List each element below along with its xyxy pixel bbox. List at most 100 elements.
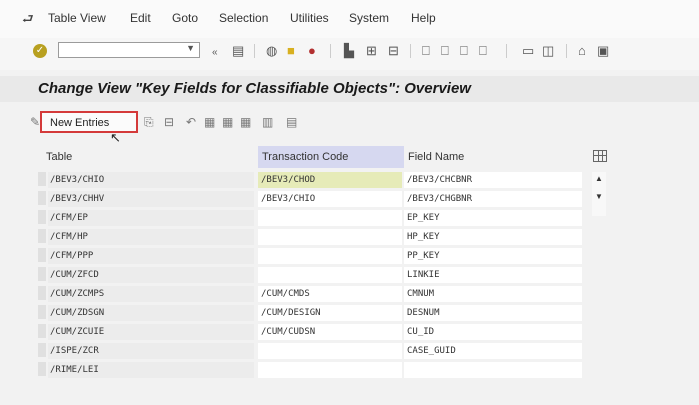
cell-transaction-code[interactable] <box>258 229 402 245</box>
previous-page-icon[interactable]: ⎕ <box>441 43 449 59</box>
scroll-up-icon[interactable]: ▲ <box>595 174 603 183</box>
cell-table: /CFM/EP <box>48 210 254 226</box>
cell-transaction-code[interactable]: /CUM/DESIGN <box>258 305 402 321</box>
chevron-down-icon[interactable]: ▼ <box>186 43 195 53</box>
undo-icon[interactable]: ↶ <box>186 115 196 129</box>
system-menu-icon[interactable]: ⮐ <box>22 10 34 32</box>
cell-field-name[interactable]: HP_KEY <box>404 229 582 245</box>
separator <box>410 44 411 58</box>
separator <box>506 44 507 58</box>
cell-transaction-code[interactable]: /BEV3/CHOD <box>258 172 402 188</box>
deselect-all-icon[interactable]: ▦ <box>240 115 251 129</box>
new-session-icon[interactable]: ▭ <box>522 43 534 59</box>
cell-table: /CFM/PPP <box>48 248 254 264</box>
row-selector[interactable] <box>38 267 46 281</box>
variant-icon[interactable]: ▤ <box>286 115 297 129</box>
history-icon[interactable]: « <box>212 45 218 61</box>
vertical-scrollbar[interactable]: ▲ ▼ <box>592 172 606 216</box>
exit-icon[interactable]: ■ <box>287 43 295 59</box>
shortcut-icon[interactable]: ◫ <box>542 43 554 59</box>
select-block-icon[interactable]: ▦ <box>222 115 233 129</box>
table-row: /BEV3/CHIO /BEV3/CHOD /BEV3/CHCBNR <box>36 170 584 189</box>
cell-transaction-code[interactable] <box>258 248 402 264</box>
find-icon[interactable]: ⊞ <box>366 43 377 59</box>
new-entries-button[interactable]: New Entries <box>40 111 138 133</box>
column-header-field-name[interactable]: Field Name <box>404 146 584 168</box>
column-header-table[interactable]: Table <box>46 146 264 168</box>
cell-table: /RIME/LEI <box>48 362 254 378</box>
cell-field-name[interactable]: LINKIE <box>404 267 582 283</box>
menu-utilities[interactable]: Utilities <box>290 11 329 25</box>
select-all-icon[interactable]: ▦ <box>204 115 215 129</box>
first-page-icon[interactable]: ⎕ <box>422 43 430 59</box>
cell-field-name[interactable]: /BEV3/CHCBNR <box>404 172 582 188</box>
page-title: Change View "Key Fields for Classifiable… <box>38 80 471 97</box>
delete-icon[interactable]: ⊟ <box>164 115 174 129</box>
cell-transaction-code[interactable] <box>258 362 402 378</box>
table-row: /RIME/LEI <box>36 360 584 379</box>
cell-transaction-code[interactable]: /CUM/CMDS <box>258 286 402 302</box>
row-selector[interactable] <box>38 210 46 224</box>
find-next-icon[interactable]: ⊟ <box>388 43 399 59</box>
table-settings-icon[interactable] <box>593 150 607 162</box>
separator <box>254 44 255 58</box>
cell-field-name[interactable]: /BEV3/CHGBNR <box>404 191 582 207</box>
enter-icon[interactable]: ✓ <box>33 44 47 58</box>
column-header-transaction-code[interactable]: Transaction Code <box>258 146 404 168</box>
menu-bar: ⮐ Table View Edit Goto Selection Utiliti… <box>0 0 699 39</box>
cell-field-name[interactable]: CMNUM <box>404 286 582 302</box>
back-icon[interactable]: ◍ <box>266 43 277 59</box>
standard-toolbar: ✓ ▼ « ▤ ◍ ■ ● ▙ ⊞ ⊟ ⎕ ⎕ ⎕ ⎕ ▭ ◫ ⌂ ▣ <box>0 38 699 70</box>
layout-menu-icon[interactable]: ▣ <box>597 43 609 59</box>
table-row: /CUM/ZDSGN /CUM/DESIGN DESNUM <box>36 303 584 322</box>
last-page-icon[interactable]: ⎕ <box>479 43 487 59</box>
menu-selection[interactable]: Selection <box>219 11 268 25</box>
cell-field-name[interactable]: CU_ID <box>404 324 582 340</box>
row-selector[interactable] <box>38 229 46 243</box>
cell-field-name[interactable] <box>404 362 582 378</box>
menu-table-view[interactable]: Table View <box>48 11 106 25</box>
display-change-icon[interactable]: ✎ <box>30 115 40 129</box>
cell-field-name[interactable]: EP_KEY <box>404 210 582 226</box>
row-selector[interactable] <box>38 286 46 300</box>
command-field[interactable]: ▼ <box>58 42 200 58</box>
row-selector[interactable] <box>38 172 46 186</box>
cancel-icon[interactable]: ● <box>308 43 316 59</box>
cell-field-name[interactable]: CASE_GUID <box>404 343 582 359</box>
mouse-pointer-icon: ↖ <box>110 130 121 145</box>
menu-edit[interactable]: Edit <box>130 11 151 25</box>
cell-transaction-code[interactable]: /BEV3/CHIO <box>258 191 402 207</box>
next-page-icon[interactable]: ⎕ <box>460 43 468 59</box>
menu-help[interactable]: Help <box>411 11 436 25</box>
cell-table: /BEV3/CHIO <box>48 172 254 188</box>
print-icon[interactable]: ▙ <box>344 43 354 59</box>
cell-table: /CUM/ZDSGN <box>48 305 254 321</box>
scroll-down-icon[interactable]: ▼ <box>595 192 603 201</box>
separator <box>566 44 567 58</box>
row-selector[interactable] <box>38 305 46 319</box>
cell-transaction-code[interactable] <box>258 210 402 226</box>
cell-field-name[interactable]: DESNUM <box>404 305 582 321</box>
help-icon[interactable]: ⌂ <box>578 43 586 59</box>
menu-system[interactable]: System <box>349 11 389 25</box>
row-selector[interactable] <box>38 343 46 357</box>
bc-set-icon[interactable]: ▥ <box>262 115 273 129</box>
key-fields-table: Table Transaction Code Field Name /BEV3/… <box>36 146 621 405</box>
table-row: /CUM/ZFCD LINKIE <box>36 265 584 284</box>
table-row: /ISPE/ZCR CASE_GUID <box>36 341 584 360</box>
cell-table: /ISPE/ZCR <box>48 343 254 359</box>
row-selector[interactable] <box>38 248 46 262</box>
cell-transaction-code[interactable] <box>258 343 402 359</box>
cell-field-name[interactable]: PP_KEY <box>404 248 582 264</box>
table-row: /CUM/ZCUIE /CUM/CUDSN CU_ID <box>36 322 584 341</box>
menu-goto[interactable]: Goto <box>172 11 198 25</box>
cell-transaction-code[interactable]: /CUM/CUDSN <box>258 324 402 340</box>
cell-transaction-code[interactable] <box>258 267 402 283</box>
separator <box>330 44 331 58</box>
cell-table: /CUM/ZFCD <box>48 267 254 283</box>
row-selector[interactable] <box>38 191 46 205</box>
copy-icon[interactable]: ⎘ <box>144 115 154 130</box>
row-selector[interactable] <box>38 362 46 376</box>
row-selector[interactable] <box>38 324 46 338</box>
save-icon[interactable]: ▤ <box>232 43 244 59</box>
